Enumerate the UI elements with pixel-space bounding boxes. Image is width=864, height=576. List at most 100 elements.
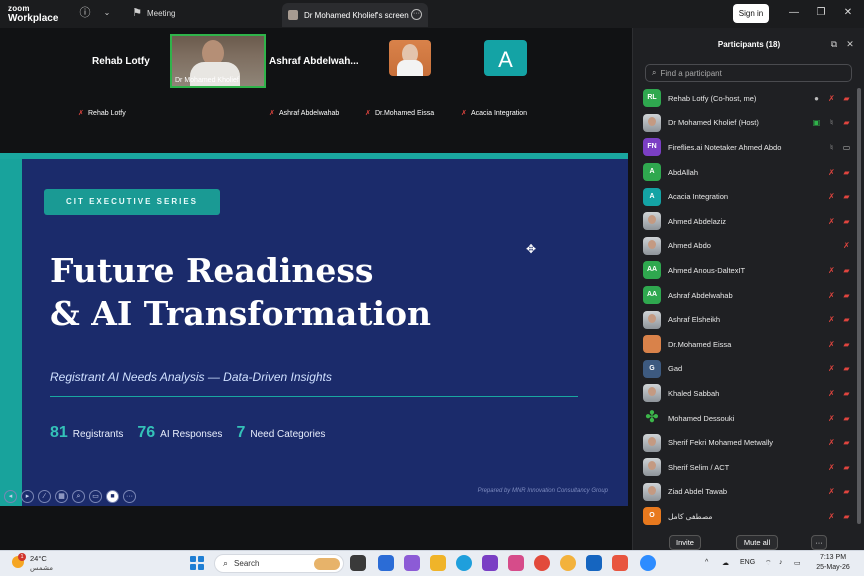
mic-muted-icon[interactable]: ✗ <box>827 414 836 423</box>
mic-muted-icon[interactable]: ✗ <box>827 487 836 496</box>
video-off-icon[interactable]: ▰ <box>842 512 851 521</box>
participant-row[interactable]: Khaled Sabbah ✗ ▰ <box>633 381 859 406</box>
more-button[interactable]: ··· <box>811 535 827 550</box>
screen-share-tab[interactable]: Dr Mohamed Kholief's screen ··· <box>282 3 428 27</box>
video-off-icon[interactable]: ▰ <box>842 217 851 226</box>
participant-row[interactable]: Dr Mohamed Kholief (Host) ▣ ♮ ▰ <box>633 111 859 136</box>
sharing-screen-icon[interactable]: ▣ <box>812 118 821 127</box>
mic-muted-icon[interactable]: ✗ <box>827 168 836 177</box>
participant-row[interactable]: G Gad ✗ ▰ <box>633 357 859 382</box>
avatar-acacia[interactable]: A <box>484 40 527 76</box>
close-panel-icon[interactable]: ✕ <box>845 39 855 49</box>
presentation-slide[interactable]: CIT EXECUTIVE SERIES Future Readiness & … <box>0 153 628 506</box>
participant-row[interactable]: Dr.Mohamed Eissa ✗ ▰ <box>633 332 859 357</box>
video-off-icon[interactable]: ▰ <box>842 168 851 177</box>
word-icon[interactable] <box>586 555 602 571</box>
file-explorer-icon[interactable] <box>430 555 446 571</box>
edge-icon[interactable] <box>456 555 472 571</box>
zoom-icon[interactable]: ⌕ <box>72 490 85 503</box>
video-off-icon[interactable]: ▰ <box>842 118 851 127</box>
participant-row[interactable]: ✤ Mohamed Dessouki ✗ ▰ <box>633 406 859 431</box>
info-icon[interactable]: ⓘ <box>78 6 92 20</box>
video-off-icon[interactable]: ▰ <box>842 438 851 447</box>
participant-search[interactable]: ⌕ <box>645 64 852 82</box>
camera-icon[interactable]: ■ <box>106 490 119 503</box>
windows-start-icon[interactable] <box>190 556 204 570</box>
chrome-profile-icon[interactable] <box>560 555 576 571</box>
language-indicator[interactable]: ENG <box>740 559 755 566</box>
next-slide-icon[interactable]: ▸ <box>21 490 34 503</box>
weather-widget[interactable]: 1 24°C مشمس <box>10 553 70 575</box>
participant-row[interactable]: AA Ashraf Abdelwahab ✗ ▰ <box>633 283 859 308</box>
close-icon[interactable]: ✕ <box>842 7 854 19</box>
participant-row[interactable]: A Acacia Integration ✗ ▰ <box>633 184 859 209</box>
mic-muted-icon[interactable]: ✗ <box>827 94 836 103</box>
video-off-icon[interactable]: ▰ <box>842 266 851 275</box>
mic-muted-icon[interactable]: ✗ <box>827 512 836 521</box>
participant-row[interactable]: O مصطفى كامل ✗ ▰ <box>633 504 859 529</box>
participant-row[interactable]: FN Fireflies.ai Notetaker Ahmed Abdo ♮ ▭ <box>633 135 859 160</box>
more-options-icon[interactable]: ··· <box>123 490 136 503</box>
video-off-icon[interactable]: ▰ <box>842 315 851 324</box>
chrome-icon[interactable] <box>534 555 550 571</box>
participant-row[interactable]: Sherif Selim / ACT ✗ ▰ <box>633 455 859 480</box>
video-off-icon[interactable]: ▰ <box>842 340 851 349</box>
sign-in-button[interactable]: Sign in <box>733 4 769 23</box>
outlook-icon[interactable] <box>378 555 394 571</box>
mic-muted-icon[interactable]: ✗ <box>827 463 836 472</box>
me-indicator-icon[interactable]: ● <box>812 94 821 103</box>
zoom-app-icon[interactable] <box>640 555 656 571</box>
previous-slide-icon[interactable]: ◂ <box>4 490 17 503</box>
participant-row[interactable]: Sherif Fekri Mohamed Metwally ✗ ▰ <box>633 430 859 455</box>
slides-overview-icon[interactable]: ▦ <box>55 490 68 503</box>
system-clock[interactable]: 7:13 PM 25-May-26 <box>810 553 856 573</box>
participant-row[interactable]: RL Rehab Lotfy (Co-host, me) ● ✗ ▰ <box>633 86 859 111</box>
video-tile-kholief[interactable]: Dr Mohamed Kholief <box>170 34 266 88</box>
teams-icon[interactable] <box>482 555 498 571</box>
mic-muted-icon[interactable]: ✗ <box>827 315 836 324</box>
mic-muted-icon[interactable]: ✗ <box>827 389 836 398</box>
mic-muted-icon[interactable]: ✗ <box>827 364 836 373</box>
participant-row[interactable]: Ziad Abdel Tawab ✗ ▰ <box>633 480 859 505</box>
mic-icon[interactable]: ♮ <box>827 143 836 152</box>
invite-button[interactable]: Invite <box>669 535 701 550</box>
participant-row[interactable]: Ashraf Elsheikh ✗ ▰ <box>633 307 859 332</box>
mic-muted-icon[interactable]: ✗ <box>827 438 836 447</box>
photos-icon[interactable] <box>508 555 524 571</box>
battery-icon[interactable]: ▭ <box>794 559 801 567</box>
mic-muted-icon[interactable]: ✗ <box>827 217 836 226</box>
video-off-icon[interactable]: ▰ <box>842 94 851 103</box>
volume-icon[interactable]: ♪ <box>779 559 783 566</box>
mic-muted-icon[interactable]: ✗ <box>827 192 836 201</box>
subtitles-icon[interactable]: ▭ <box>89 490 102 503</box>
video-off-icon[interactable]: ▰ <box>842 414 851 423</box>
participant-row[interactable]: Ahmed Abdelaziz ✗ ▰ <box>633 209 859 234</box>
mic-icon[interactable]: ♮ <box>827 118 836 127</box>
mic-muted-icon[interactable]: ✗ <box>827 340 836 349</box>
task-view-icon[interactable] <box>350 555 366 571</box>
app-icon[interactable] <box>612 555 628 571</box>
tray-chevron-icon[interactable]: ^ <box>705 559 708 566</box>
video-off-icon[interactable]: ▰ <box>842 463 851 472</box>
video-icon[interactable]: ▭ <box>842 143 851 152</box>
video-off-icon[interactable]: ▰ <box>842 364 851 373</box>
participant-row[interactable]: Ahmed Abdo ✗ <box>633 234 859 259</box>
video-off-icon[interactable]: ▰ <box>842 192 851 201</box>
pen-icon[interactable]: ∕ <box>38 490 51 503</box>
minimize-icon[interactable]: — <box>788 7 800 19</box>
taskbar-search[interactable]: ⌕ Search <box>214 554 344 573</box>
chevron-down-icon[interactable]: ⌄ <box>100 6 114 20</box>
mic-muted-icon[interactable]: ✗ <box>827 291 836 300</box>
participant-row[interactable]: AA Ahmed Anous-DaltexIT ✗ ▰ <box>633 258 859 283</box>
avatar-eissa[interactable] <box>389 40 431 76</box>
mic-muted-icon[interactable]: ✗ <box>827 266 836 275</box>
popout-icon[interactable]: ⧉ <box>829 39 839 49</box>
mic-muted-icon[interactable]: ✗ <box>842 241 851 250</box>
video-off-icon[interactable]: ▰ <box>842 389 851 398</box>
copilot-icon[interactable] <box>404 555 420 571</box>
tray-cloud-icon[interactable]: ☁ <box>722 559 729 567</box>
video-off-icon[interactable]: ▰ <box>842 291 851 300</box>
scrollbar[interactable] <box>857 88 861 524</box>
participant-row[interactable]: A AbdAllah ✗ ▰ <box>633 160 859 185</box>
mute-all-button[interactable]: Mute all <box>736 535 778 550</box>
